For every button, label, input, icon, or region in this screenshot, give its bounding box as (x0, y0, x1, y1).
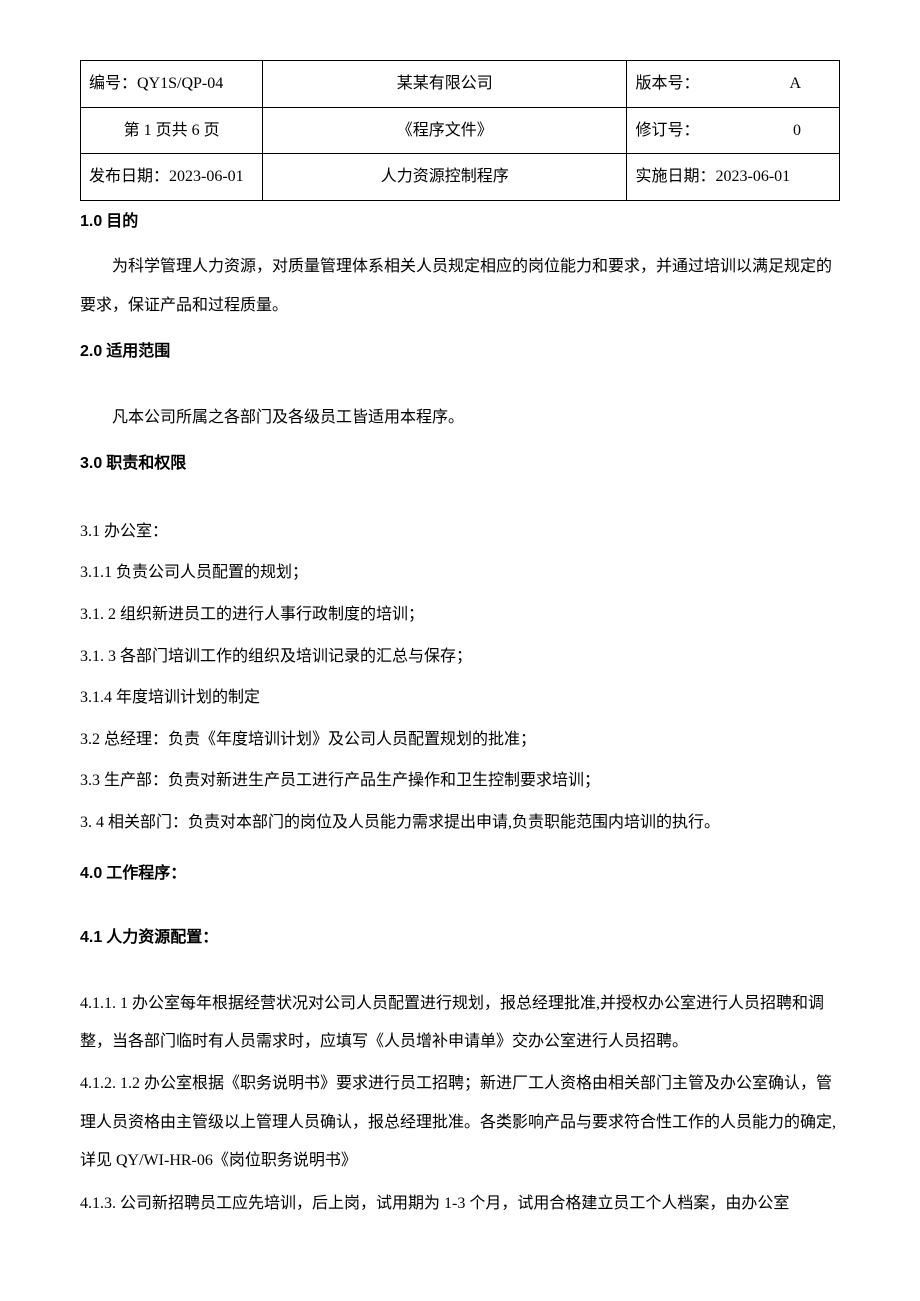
revision-value: 0 (793, 118, 801, 144)
section-4-num: 4.0 (80, 865, 102, 882)
item-3-4: 3. 4 相关部门：负责对本部门的岗位及人员能力需求提出申请,负责职能范围内培训… (80, 802, 840, 844)
effective-date-label: 实施日期： (635, 168, 715, 185)
issue-date-value: 2023-06-01 (169, 168, 244, 185)
revision-cell: 修订号： 0 (627, 107, 840, 154)
section-4-heading: 4.0 工作程序： (80, 861, 840, 887)
doc-title: 人力资源控制程序 (381, 168, 509, 185)
version-cell: 版本号： A (627, 61, 840, 108)
section-2-heading: 2.0 适用范围 (80, 339, 840, 365)
section-4-1-heading: 4.1 人力资源配置： (80, 925, 840, 951)
effective-date-value: 2023-06-01 (715, 168, 790, 185)
item-3-1-2: 3.1. 2 组织新进员工的进行人事行政制度的培训； (80, 594, 840, 636)
item-4-1-2: 4.1.2. 1.2 办公室根据《职务说明书》要求进行员工招聘；新进厂工人资格由… (80, 1065, 840, 1180)
doc-number-label: 编号： (89, 75, 137, 92)
item-3-1-4: 3.1.4 年度培训计划的制定 (80, 677, 840, 719)
doc-number-value: QY1S/QP-04 (137, 75, 223, 92)
item-3-1-1: 3.1.1 负责公司人员配置的规划； (80, 552, 840, 594)
item-4-1-1: 4.1.1. 1 办公室每年根据经营状况对公司人员配置进行规划，报总经理批准,并… (80, 985, 840, 1062)
revision-label: 修订号： (635, 118, 699, 144)
section-2-text: 适用范围 (102, 343, 170, 360)
section-4-1-num: 4.1 (80, 929, 102, 946)
section-1-text: 目的 (102, 213, 138, 230)
doc-number-cell: 编号：QY1S/QP-04 (81, 61, 263, 108)
company-name: 某某有限公司 (397, 75, 493, 92)
item-3-2: 3.2 总经理：负责《年度培训计划》及公司人员配置规划的批准； (80, 719, 840, 761)
section-3-num: 3.0 (80, 455, 102, 472)
doc-title-cell: 人力资源控制程序 (263, 154, 627, 201)
item-3-3: 3.3 生产部：负责对新进生产员工进行产品生产操作和卫生控制要求培训； (80, 760, 840, 802)
version-value: A (789, 71, 801, 97)
section-1-heading: 1.0 目的 (80, 209, 840, 235)
company-name-cell: 某某有限公司 (263, 61, 627, 108)
item-3-1-3: 3.1. 3 各部门培训工作的组织及培训记录的汇总与保存； (80, 636, 840, 678)
doc-type: 《程序文件》 (397, 122, 493, 139)
effective-date-cell: 实施日期：2023-06-01 (627, 154, 840, 201)
section-4-text: 工作程序： (102, 865, 186, 882)
version-label: 版本号： (635, 71, 699, 97)
section-3-heading: 3.0 职责和权限 (80, 451, 840, 477)
item-3-1: 3.1 办公室： (80, 511, 840, 553)
section-3-text: 职责和权限 (102, 455, 186, 472)
doc-type-cell: 《程序文件》 (263, 107, 627, 154)
section-2-num: 2.0 (80, 343, 102, 360)
item-4-1-3: 4.1.3. 公司新招聘员工应先培训，后上岗，试用期为 1-3 个月，试用合格建… (80, 1185, 840, 1223)
page-info-cell: 第 1 页共 6 页 (81, 107, 263, 154)
section-4-1-text: 人力资源配置： (102, 929, 218, 946)
section-1-num: 1.0 (80, 213, 102, 230)
issue-date-label: 发布日期： (89, 168, 169, 185)
section-1-body: 为科学管理人力资源，对质量管理体系相关人员规定相应的岗位能力和要求，并通过培训以… (80, 248, 840, 325)
page-info: 第 1 页共 6 页 (124, 122, 220, 139)
document-header-table: 编号：QY1S/QP-04 某某有限公司 版本号： A 第 1 页共 6 页 《… (80, 60, 840, 201)
section-2-body: 凡本公司所属之各部门及各级员工皆适用本程序。 (80, 399, 840, 437)
issue-date-cell: 发布日期：2023-06-01 (81, 154, 263, 201)
